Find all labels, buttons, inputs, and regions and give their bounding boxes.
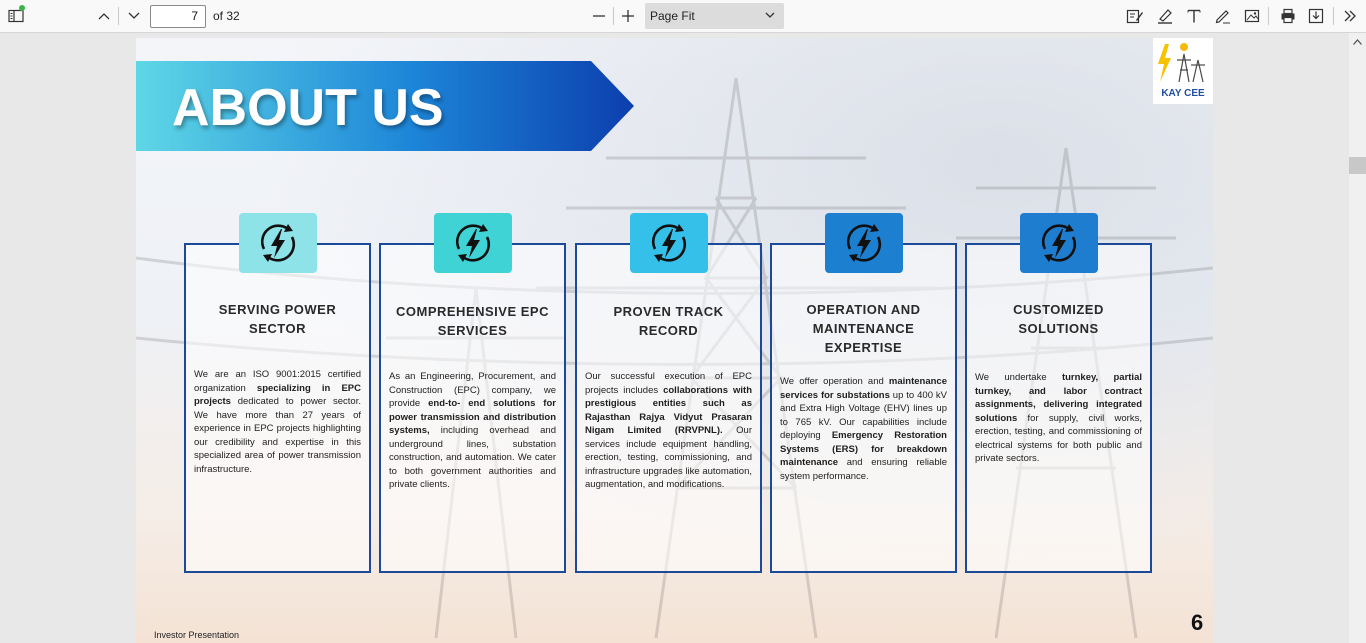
image-icon: [1244, 9, 1260, 23]
card-title-line: RECORD: [638, 323, 699, 338]
lightning-cycle-icon: [433, 213, 512, 273]
card-title-line: SOLUTIONS: [1018, 321, 1099, 336]
card-title-line: OPERATION AND: [806, 302, 921, 317]
toolbar-divider: [118, 7, 119, 25]
card-title: CUSTOMIZED SOLUTIONS: [973, 300, 1144, 338]
card-title: COMPREHENSIVE EPC SERVICES: [387, 302, 558, 340]
scroll-up-icon[interactable]: [1352, 38, 1363, 46]
card-title-line: SERVICES: [437, 323, 508, 338]
card-title: OPERATION AND MAINTENANCE EXPERTISE: [778, 300, 949, 357]
card-title-line: COMPREHENSIVE EPC: [396, 304, 549, 319]
card-body: As an Engineering, Procurement, and Cons…: [389, 371, 556, 490]
card-body: We undertake turnkey, partial turnkey, a…: [975, 372, 1142, 464]
toolbar-divider: [1268, 7, 1269, 25]
status-dot-icon: [19, 5, 25, 11]
edit-document-icon: [1126, 9, 1143, 24]
more-tools-button[interactable]: [1340, 4, 1360, 28]
next-page-button[interactable]: [124, 4, 144, 28]
toolbar-divider: [613, 7, 614, 25]
pdf-page: ABOUT US KAY CEE SERVING POWER SECTOR We a…: [136, 38, 1213, 643]
card-title-line: CUSTOMIZED: [1013, 302, 1104, 317]
pdf-toolbar: 7 of 32 Page Fit: [0, 0, 1366, 33]
lightning-cycle-icon: [824, 213, 903, 273]
chevron-up-icon: [98, 13, 110, 20]
save-button[interactable]: [1306, 4, 1326, 28]
lightning-cycle-icon: [238, 213, 317, 273]
zoom-select[interactable]: Page Fit: [645, 3, 784, 29]
add-text-button[interactable]: [1184, 4, 1204, 28]
lightning-cycle-icon: [1019, 213, 1098, 273]
card-title-line: MAINTENANCE: [812, 321, 915, 336]
plus-icon: [622, 10, 634, 22]
minus-icon: [593, 15, 605, 17]
card-title: SERVING POWER SECTOR: [192, 300, 363, 338]
zoom-select-value: Page Fit: [650, 9, 695, 23]
download-icon: [1308, 8, 1324, 24]
double-chevron-right-icon: [1344, 10, 1356, 22]
card-body: We are an ISO 9001:2015 certified organi…: [194, 369, 362, 475]
toolbar-divider: [1333, 7, 1334, 25]
card-title-line: SECTOR: [249, 321, 306, 336]
card-title-line: SERVING POWER: [218, 302, 337, 317]
previous-page-button[interactable]: [94, 4, 114, 28]
slide-page-number: 6: [1191, 610, 1204, 635]
sidebar-toggle-icon[interactable]: [6, 4, 26, 28]
page-count-label: of 32: [213, 9, 240, 23]
page-title: ABOUT US: [172, 79, 444, 137]
pen-icon: [1215, 10, 1230, 24]
chevron-down-icon: [128, 12, 140, 19]
print-button[interactable]: [1278, 4, 1298, 28]
footer-text: Investor Presentation: [154, 630, 240, 640]
zoom-in-button[interactable]: [618, 4, 638, 28]
vertical-scrollbar[interactable]: [1349, 33, 1366, 643]
card-title-line: PROVEN TRACK: [613, 304, 724, 319]
document-viewer[interactable]: ABOUT US KAY CEE SERVING POWER SECTOR We a…: [0, 33, 1349, 643]
zoom-out-button[interactable]: [589, 4, 609, 28]
card-title-line: EXPERTISE: [824, 340, 903, 355]
logo-text: KAY CEE: [1161, 88, 1205, 99]
lightning-cycle-icon: [629, 213, 708, 273]
text-icon: [1187, 9, 1201, 23]
logo-mark-icon: [1158, 43, 1205, 83]
highlighter-icon: [1158, 9, 1172, 24]
company-logo: KAY CEE: [1153, 38, 1213, 104]
page-number-input[interactable]: 7: [150, 5, 206, 28]
highlight-button[interactable]: [1155, 4, 1175, 28]
add-image-button[interactable]: [1242, 4, 1262, 28]
printer-icon: [1281, 8, 1295, 24]
card-body: Our successful execution of EPC projects…: [585, 371, 752, 490]
card-title: PROVEN TRACK RECORD: [583, 302, 754, 340]
edit-text-button[interactable]: [1125, 4, 1145, 28]
card-body: We offer operation and maintenance servi…: [780, 376, 948, 482]
chevron-down-icon: [765, 12, 775, 18]
draw-button[interactable]: [1213, 4, 1233, 28]
scrollbar-thumb[interactable]: [1349, 157, 1366, 174]
